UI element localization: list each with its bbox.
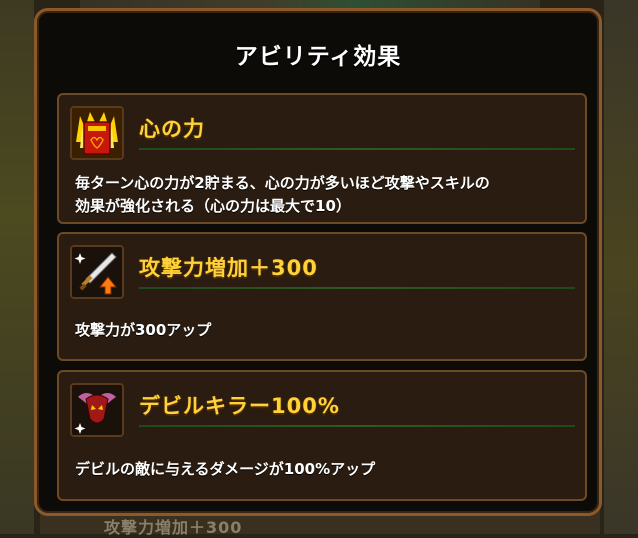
description-line: 効果が強化される（心の力は最大で10） — [75, 197, 351, 215]
ability-description: 毎ターン心の力が2貯まる、心の力が多いほど攻撃やスキルの 効果が強化される（心の… — [75, 172, 569, 218]
description-line: 攻撃力が300アップ — [75, 321, 212, 339]
devil-killer-icon — [70, 383, 124, 437]
ability-effects-dialog: アビリティ効果 心の力 毎ターン心の力が2貯まる、心の力が多いほど攻撃やスキルの… — [34, 8, 602, 516]
ability-card-attack-up: 攻撃力増加＋300 攻撃力が300アップ — [57, 232, 587, 361]
heart-power-icon — [70, 106, 124, 160]
background-right — [604, 0, 638, 534]
background-partial-label: 攻撃力増加＋300 — [104, 518, 243, 537]
ability-name: 攻撃力増加＋300 — [139, 256, 318, 280]
ability-description: デビルの敵に与えるダメージが100%アップ — [75, 458, 569, 481]
ability-card-devil-killer: デビルキラー100% デビルの敵に与えるダメージが100%アップ — [57, 370, 587, 501]
description-line: デビルの敵に与えるダメージが100%アップ — [75, 460, 376, 478]
ability-card-heart-power: 心の力 毎ターン心の力が2貯まる、心の力が多いほど攻撃やスキルの 効果が強化され… — [57, 93, 587, 224]
ability-name: デビルキラー100% — [139, 394, 340, 418]
background-left — [0, 0, 34, 534]
ability-name: 心の力 — [139, 117, 205, 141]
divider — [139, 425, 575, 427]
divider — [139, 148, 575, 150]
divider — [139, 287, 575, 289]
dialog-title: アビリティ効果 — [234, 44, 402, 70]
ability-description: 攻撃力が300アップ — [75, 319, 569, 342]
sword-attack-up-icon — [70, 245, 124, 299]
description-line: 毎ターン心の力が2貯まる、心の力が多いほど攻撃やスキルの — [75, 174, 490, 192]
